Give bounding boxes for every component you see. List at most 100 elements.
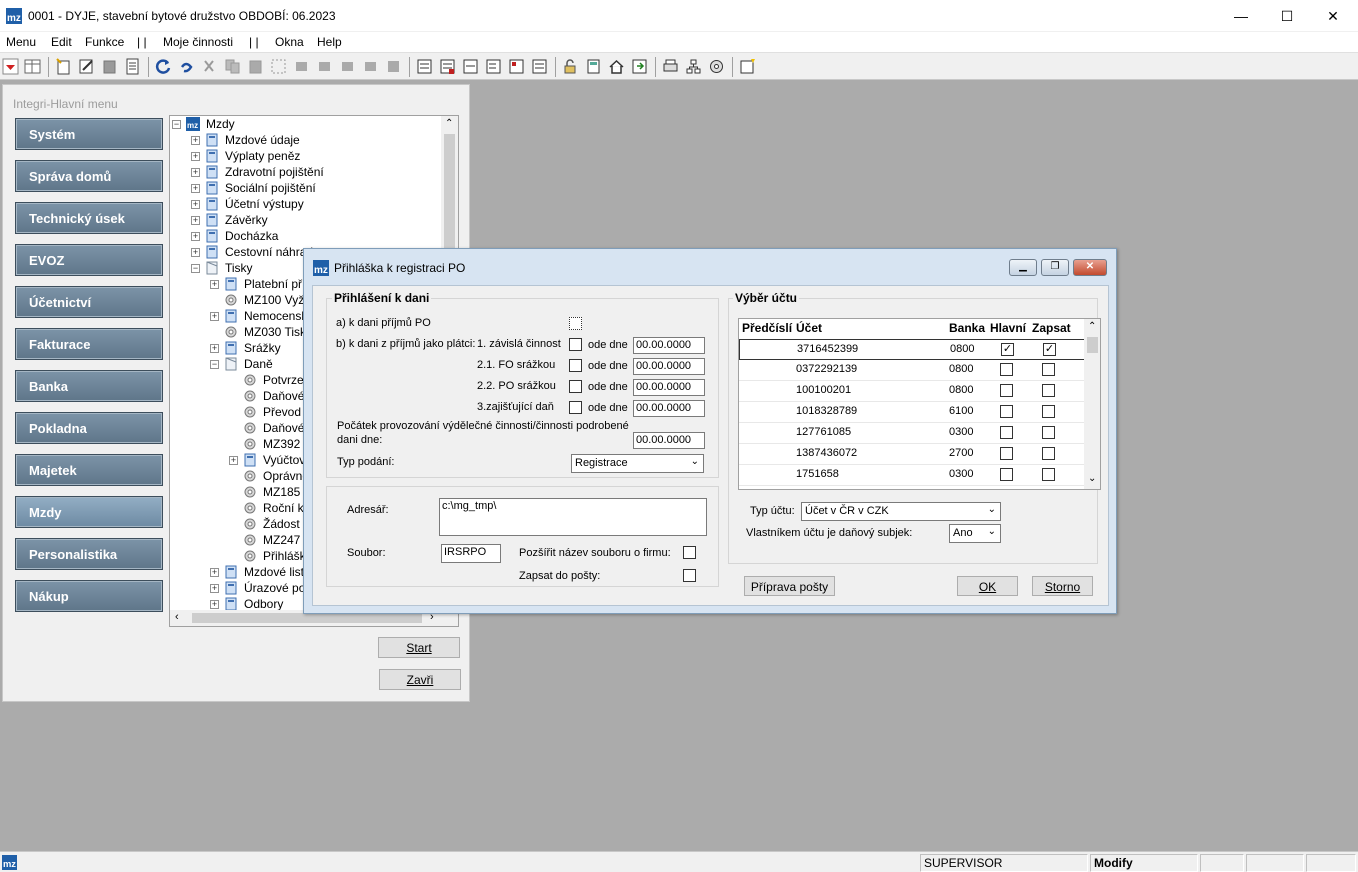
expand-icon[interactable]: + xyxy=(191,136,200,145)
expand-icon[interactable]: + xyxy=(191,248,200,257)
account-main-checkbox[interactable] xyxy=(1000,363,1013,376)
row4-date-field[interactable]: 00.00.0000 xyxy=(633,400,705,417)
vlastnik-select[interactable]: Ano ⌄ xyxy=(949,524,1001,543)
expand-icon[interactable]: + xyxy=(210,568,219,577)
dialog-close-button[interactable]: ✕ xyxy=(1073,259,1107,276)
filter-icon[interactable] xyxy=(462,58,479,75)
expand-icon[interactable]: + xyxy=(210,344,219,353)
table-view-icon[interactable] xyxy=(439,58,456,75)
grid-vertical-scrollbar[interactable]: ⌃ ⌄ xyxy=(1084,319,1100,489)
edit-record-icon[interactable] xyxy=(78,58,95,75)
col-bank[interactable]: Banka xyxy=(949,321,985,335)
last-icon[interactable] xyxy=(362,58,379,75)
account-main-checkbox[interactable] xyxy=(1000,447,1013,460)
scroll-up-icon[interactable]: ⌃ xyxy=(445,118,453,129)
minimize-button[interactable]: — xyxy=(1218,0,1264,32)
row3-checkbox[interactable] xyxy=(569,380,582,393)
next-icon[interactable] xyxy=(339,58,356,75)
tree-item[interactable]: + Sociální pojištění xyxy=(170,180,442,196)
expand-icon[interactable]: + xyxy=(191,216,200,225)
settings-icon[interactable] xyxy=(708,58,725,75)
storno-button[interactable]: Storno xyxy=(1032,576,1093,596)
expand-icon[interactable]: + xyxy=(210,584,219,593)
tree-item[interactable]: − mz Mzdy xyxy=(170,116,442,132)
close-button[interactable]: ✕ xyxy=(1310,0,1356,32)
menu-help[interactable]: Help xyxy=(317,35,342,49)
form-view-icon[interactable] xyxy=(416,58,433,75)
menu-okna[interactable]: Okna xyxy=(275,35,304,49)
start-activity-date-field[interactable]: 00.00.0000 xyxy=(633,432,705,449)
account-write-checkbox[interactable] xyxy=(1042,405,1055,418)
account-write-checkbox[interactable] xyxy=(1042,447,1055,460)
account-write-checkbox[interactable] xyxy=(1042,468,1055,481)
tree-item[interactable]: + Závěrky xyxy=(170,212,442,228)
account-row[interactable]: 0372292139 0800 xyxy=(739,360,1085,381)
list-icon[interactable] xyxy=(124,58,141,75)
module-banka[interactable]: Banka xyxy=(15,370,163,402)
account-row[interactable]: 127761085 0300 xyxy=(739,423,1085,444)
module-technicky-usek[interactable]: Technický úsek xyxy=(15,202,163,234)
col-main[interactable]: Hlavní xyxy=(990,321,1026,335)
tree-item[interactable]: + Výplaty peněz xyxy=(170,148,442,164)
delete-record-icon[interactable] xyxy=(101,58,118,75)
module-ucetnictvi[interactable]: Účetnictví xyxy=(15,286,163,318)
home-icon[interactable] xyxy=(608,58,625,75)
collapse-icon[interactable]: − xyxy=(172,120,181,129)
tree-item[interactable]: + Zdravotní pojištění xyxy=(170,164,442,180)
account-row[interactable]: 1387436072 2700 xyxy=(739,444,1085,465)
account-row[interactable]: 1751658 0300 xyxy=(739,465,1085,486)
find-icon[interactable] xyxy=(485,58,502,75)
sort-icon[interactable] xyxy=(385,58,402,75)
tree-item[interactable]: + Mzdové údaje xyxy=(170,132,442,148)
account-main-checkbox[interactable] xyxy=(1000,405,1013,418)
copy-icon[interactable] xyxy=(224,58,241,75)
export-icon[interactable] xyxy=(631,58,648,75)
expand-icon[interactable]: + xyxy=(191,232,200,241)
collapse-icon[interactable]: − xyxy=(210,360,219,369)
tree-icon[interactable] xyxy=(685,58,702,75)
refresh-icon[interactable] xyxy=(155,58,172,75)
expand-icon[interactable]: + xyxy=(191,168,200,177)
exit-icon[interactable] xyxy=(2,58,19,75)
module-personalistika[interactable]: Personalistika xyxy=(15,538,163,570)
close-menu-button[interactable]: Zavři xyxy=(379,669,461,690)
prev-icon[interactable] xyxy=(316,58,333,75)
tree-item[interactable]: + Docházka xyxy=(170,228,442,244)
calculator-icon[interactable] xyxy=(585,58,602,75)
account-main-checkbox[interactable]: ✓ xyxy=(1001,343,1014,356)
row2-date-field[interactable]: 00.00.0000 xyxy=(633,358,705,375)
account-write-checkbox[interactable] xyxy=(1042,426,1055,439)
col-account[interactable]: Účet xyxy=(796,321,822,335)
row1-checkbox[interactable] xyxy=(569,338,582,351)
account-write-checkbox[interactable]: ✓ xyxy=(1043,343,1056,356)
account-write-checkbox[interactable] xyxy=(1042,363,1055,376)
expand-icon[interactable]: + xyxy=(210,280,219,289)
maximize-button[interactable]: ☐ xyxy=(1264,0,1310,32)
expand-icon[interactable]: + xyxy=(229,456,238,465)
row1-date-field[interactable]: 00.00.0000 xyxy=(633,337,705,354)
new-record-icon[interactable] xyxy=(55,58,72,75)
expand-icon[interactable]: + xyxy=(191,200,200,209)
dialog-minimize-button[interactable]: ▁ xyxy=(1009,259,1037,276)
module-system[interactable]: Systém xyxy=(15,118,163,150)
tree-item[interactable]: + Účetní výstupy xyxy=(170,196,442,212)
scroll-down-icon[interactable]: ⌄ xyxy=(1088,473,1096,484)
module-nakup[interactable]: Nákup xyxy=(15,580,163,612)
row3-date-field[interactable]: 00.00.0000 xyxy=(633,379,705,396)
select-all-icon[interactable] xyxy=(270,58,287,75)
row2-checkbox[interactable] xyxy=(569,359,582,372)
expand-icon[interactable]: + xyxy=(210,312,219,321)
priprava-posty-button[interactable]: Příprava pošty xyxy=(744,576,835,596)
account-main-checkbox[interactable] xyxy=(1000,384,1013,397)
col-write[interactable]: Zapsat xyxy=(1032,321,1071,335)
expand-icon[interactable]: + xyxy=(191,152,200,161)
expand-icon[interactable]: + xyxy=(191,184,200,193)
help-icon[interactable] xyxy=(739,58,756,75)
paste-icon[interactable] xyxy=(247,58,264,75)
unlock-icon[interactable] xyxy=(562,58,579,75)
scroll-thumb[interactable] xyxy=(1087,337,1098,353)
expand-icon[interactable]: + xyxy=(210,600,219,609)
zapsat-posta-checkbox[interactable] xyxy=(683,569,696,582)
scroll-thumb[interactable] xyxy=(444,134,455,254)
adresar-field[interactable]: c:\mg_tmp\ xyxy=(439,498,707,536)
